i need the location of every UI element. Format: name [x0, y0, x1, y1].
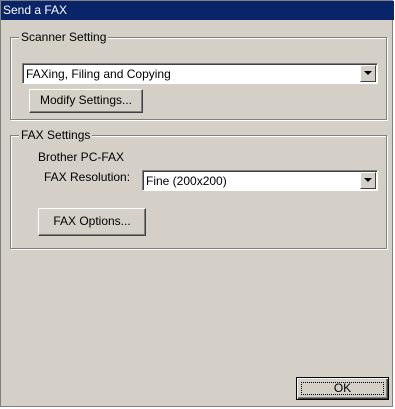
- window-title: Send a FAX: [1, 1, 394, 20]
- scanner-setting-legend: Scanner Setting: [19, 30, 109, 44]
- fax-resolution-select[interactable]: Fine (200x200): [142, 170, 378, 191]
- fax-options-button[interactable]: FAX Options...: [38, 208, 146, 236]
- fax-options-label: FAX Options...: [53, 214, 131, 228]
- modify-settings-label: Modify Settings...: [39, 93, 133, 107]
- chevron-down-icon[interactable]: [360, 65, 376, 82]
- ok-button[interactable]: OK: [296, 377, 389, 400]
- send-fax-window: Send a FAX Scanner Setting FAXing, Filin…: [0, 0, 394, 407]
- fax-settings-group: FAX Settings Brother PC-FAX FAX Resoluti…: [10, 128, 387, 249]
- fax-resolution-value: Fine (200x200): [146, 174, 227, 188]
- scanner-profile-select[interactable]: FAXing, Filing and Copying: [22, 63, 378, 84]
- focus-rectangle: [301, 382, 384, 395]
- fax-device-name: Brother PC-FAX: [38, 150, 125, 164]
- scanner-profile-value: FAXing, Filing and Copying: [26, 67, 171, 81]
- scanner-setting-group: Scanner Setting FAXing, Filing and Copyi…: [10, 30, 387, 120]
- modify-settings-button[interactable]: Modify Settings...: [29, 89, 143, 113]
- fax-resolution-label: FAX Resolution:: [44, 170, 131, 184]
- fax-settings-legend: FAX Settings: [19, 128, 93, 142]
- chevron-down-icon[interactable]: [360, 172, 376, 189]
